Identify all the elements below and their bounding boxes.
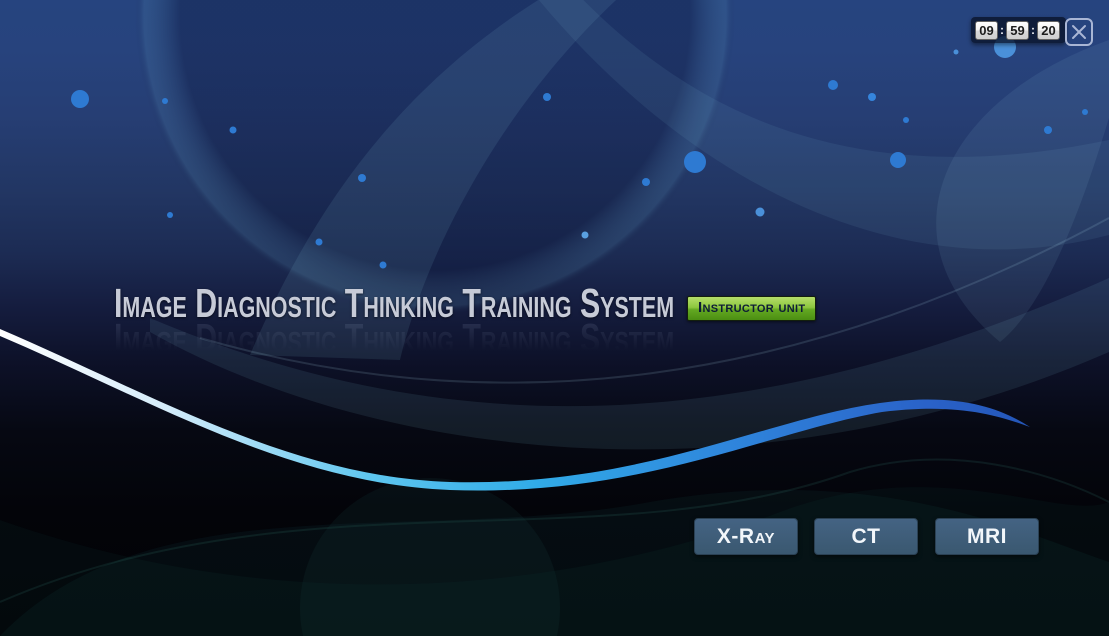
wave-disc — [135, 0, 735, 315]
clock-separator: : — [1031, 23, 1035, 37]
app-window: 09 : 59 : 20 Image Diagnostic Thinking T… — [0, 0, 1109, 636]
instructor-unit-badge: Instructor unit — [687, 296, 816, 321]
wave-dark-disc — [300, 478, 560, 636]
xray-button[interactable]: X-Ray — [694, 518, 798, 555]
wave-dark — [0, 487, 1109, 636]
bubble-dot — [954, 50, 959, 55]
clock: 09 : 59 : 20 — [971, 17, 1066, 43]
close-button[interactable] — [1065, 18, 1093, 46]
wave-dark — [0, 490, 1109, 636]
clock-separator: : — [1000, 23, 1004, 37]
close-icon — [1070, 23, 1088, 41]
bubble-dots — [71, 80, 1088, 269]
clock-hours: 09 — [975, 21, 998, 40]
clock-seconds: 20 — [1037, 21, 1060, 40]
wave-ribbon — [936, 40, 1109, 342]
ct-button[interactable]: CT — [814, 518, 918, 555]
mri-button[interactable]: MRI — [935, 518, 1039, 555]
clock-minutes: 59 — [1006, 21, 1029, 40]
page-title-reflection: Image Diagnostic Thinking Training Syste… — [114, 318, 674, 359]
